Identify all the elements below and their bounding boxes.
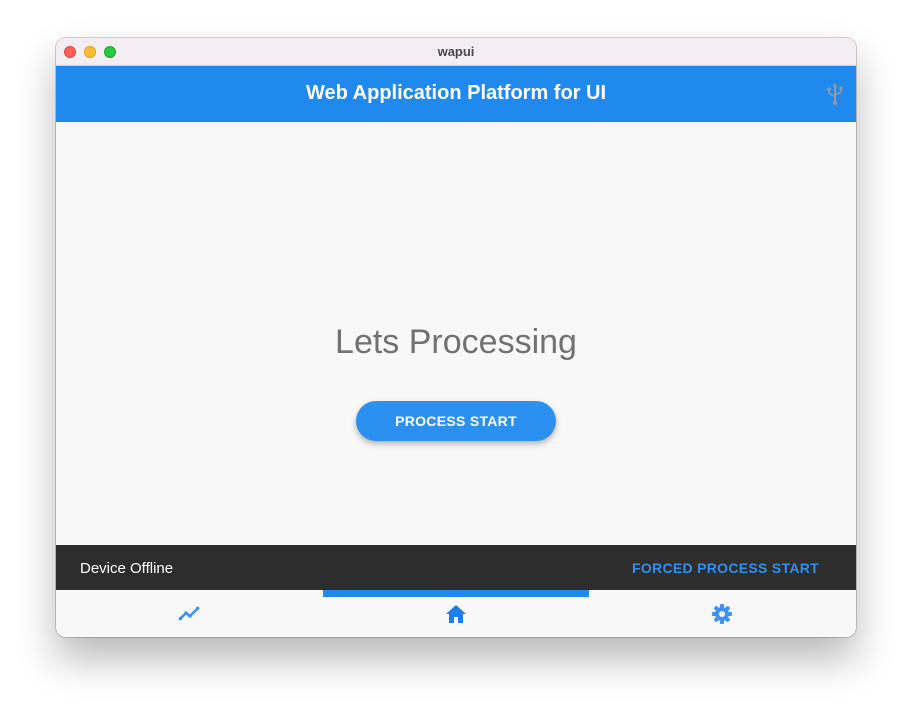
process-start-button[interactable]: PROCESS START xyxy=(356,401,556,441)
app-bar-title: Web Application Platform for UI xyxy=(305,82,606,104)
app-window: wapui Web Application Platform for UI Le… xyxy=(56,38,856,637)
usb-icon[interactable] xyxy=(824,82,846,106)
window-titlebar[interactable]: wapui xyxy=(56,38,856,66)
gear-icon xyxy=(712,604,732,624)
app-bar: Web Application Platform for UI xyxy=(56,66,856,122)
home-icon xyxy=(446,605,466,623)
window-title: wapui xyxy=(437,44,475,59)
nav-item-settings[interactable] xyxy=(589,590,855,637)
bottom-navigation xyxy=(56,590,856,637)
device-status-message: Device Offline xyxy=(80,560,174,577)
main-content: Lets Processing PROCESS START xyxy=(56,122,856,545)
headline: Lets Processing xyxy=(335,323,577,361)
trending-up-icon xyxy=(178,606,200,621)
forced-process-start-button[interactable]: FORCED PROCESS START xyxy=(632,560,819,576)
nav-selected-indicator xyxy=(323,590,589,597)
status-snackbar: Device Offline FORCED PROCESS START xyxy=(56,545,856,590)
nav-item-trends[interactable] xyxy=(56,590,322,637)
nav-item-home[interactable] xyxy=(323,590,589,637)
